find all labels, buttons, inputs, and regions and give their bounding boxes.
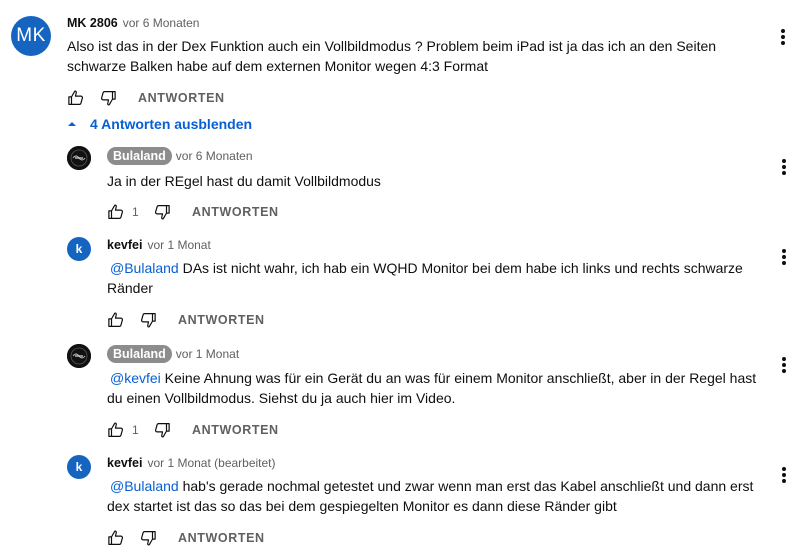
comment-actions: ANTWORTEN: [66, 86, 225, 110]
comment-time[interactable]: vor 1 Monat (bearbeitet): [147, 456, 275, 470]
comment-text-line: schwarze Balken habe auf dem externen Mo…: [67, 58, 489, 74]
reply-button[interactable]: ANTWORTEN: [192, 205, 279, 219]
thumb-up-icon[interactable]: [66, 88, 86, 108]
comment-header: kevfei vor 1 Monat (bearbeitet): [107, 456, 276, 470]
comment-text-line: @Bulaland hab's gerade nochmal getestet …: [107, 476, 753, 496]
comment-text-line: Ja in der REgel hast du damit Vollbildmo…: [107, 173, 381, 189]
avatar[interactable]: k: [67, 237, 91, 261]
reply-button[interactable]: ANTWORTEN: [192, 423, 279, 437]
comment-time[interactable]: vor 6 Monaten: [123, 16, 200, 30]
mention-link[interactable]: @Bulaland: [110, 478, 179, 494]
reply-button[interactable]: ANTWORTEN: [138, 91, 225, 105]
avatar[interactable]: k: [67, 455, 91, 479]
comment-time[interactable]: vor 1 Monat: [147, 238, 210, 252]
thumb-down-icon[interactable]: [152, 420, 172, 440]
comment-text-line: dex startet ist das so das bei dem gespi…: [107, 498, 617, 514]
mention-link[interactable]: @Bulaland: [110, 260, 179, 276]
thumb-down-icon[interactable]: [152, 202, 172, 222]
comment-author[interactable]: kevfei: [107, 456, 142, 470]
hide-replies-label: 4 Antworten ausblenden: [90, 116, 253, 132]
comment-text-fragment: hab's gerade nochmal getestet und zwar w…: [178, 478, 754, 494]
more-vert-icon[interactable]: [775, 27, 791, 47]
thumb-down-icon[interactable]: [138, 310, 158, 330]
comment-text-line: @Bulaland DAs ist nicht wahr, ich hab ei…: [107, 258, 743, 278]
comment-header: MK 2806 vor 6 Monaten: [67, 16, 199, 30]
comment-text-line: Ränder: [107, 280, 153, 296]
mention-link[interactable]: @kevfei: [110, 370, 161, 386]
like-count: 1: [132, 205, 139, 219]
comment-text-fragment: Keine Ahnung was für ein Gerät du an was…: [160, 370, 757, 386]
hide-replies-button[interactable]: 4 Antworten ausblenden: [64, 116, 252, 132]
comment-author[interactable]: Bulaland: [107, 345, 172, 363]
comment-actions: ANTWORTEN: [106, 308, 265, 332]
comment-text: @Bulaland DAs ist nicht wahr, ich hab ei…: [107, 258, 743, 298]
comment-text-fragment: DAs ist nicht wahr, ich hab ein WQHD Mon…: [178, 260, 743, 276]
comment-text-line: Also ist das in der Dex Funktion auch ei…: [67, 38, 717, 54]
avatar[interactable]: MK: [11, 16, 51, 56]
comment-actions: 1 ANTWORTEN: [106, 418, 279, 442]
chevron-up-icon: [68, 122, 76, 126]
comment-time[interactable]: vor 6 Monaten: [176, 149, 253, 163]
comment-text: Ja in der REgel hast du damit Vollbildmo…: [107, 171, 381, 191]
comment-text: Also ist das in der Dex Funktion auch ei…: [67, 36, 716, 76]
comment-header: Bulaland vor 1 Monat: [107, 345, 239, 363]
more-vert-icon[interactable]: [776, 465, 792, 485]
thumb-down-icon[interactable]: [98, 88, 118, 108]
more-vert-icon[interactable]: [776, 157, 792, 177]
comment-header: kevfei vor 1 Monat: [107, 238, 211, 252]
more-vert-icon[interactable]: [776, 355, 792, 375]
reply-button[interactable]: ANTWORTEN: [178, 531, 265, 545]
comment-author[interactable]: kevfei: [107, 238, 142, 252]
avatar[interactable]: [67, 146, 91, 170]
comment-actions: ANTWORTEN: [106, 526, 265, 550]
comment-text-line: du einen Vollbildmodus. Siehst du ja auc…: [107, 390, 456, 406]
comment-time[interactable]: vor 1 Monat: [176, 347, 239, 361]
more-vert-icon[interactable]: [776, 247, 792, 267]
comment-text: @kevfei Keine Ahnung was für ein Gerät d…: [107, 368, 756, 408]
thumb-up-icon[interactable]: [106, 528, 126, 548]
comment-text: @Bulaland hab's gerade nochmal getestet …: [107, 476, 753, 516]
thumb-down-icon[interactable]: [138, 528, 158, 548]
comment-header: Bulaland vor 6 Monaten: [107, 147, 253, 165]
comment-text-line: @kevfei Keine Ahnung was für ein Gerät d…: [107, 368, 756, 388]
comment-actions: 1 ANTWORTEN: [106, 200, 279, 224]
avatar[interactable]: [67, 344, 91, 368]
comment-author[interactable]: MK 2806: [67, 16, 118, 30]
thumb-up-icon[interactable]: [106, 420, 126, 440]
reply-button[interactable]: ANTWORTEN: [178, 313, 265, 327]
thumb-up-icon[interactable]: [106, 310, 126, 330]
comment-thread: MK MK 2806 vor 6 Monaten Also ist das in…: [0, 0, 805, 559]
like-count: 1: [132, 423, 139, 437]
comment-author[interactable]: Bulaland: [107, 147, 172, 165]
thumb-up-icon[interactable]: [106, 202, 126, 222]
